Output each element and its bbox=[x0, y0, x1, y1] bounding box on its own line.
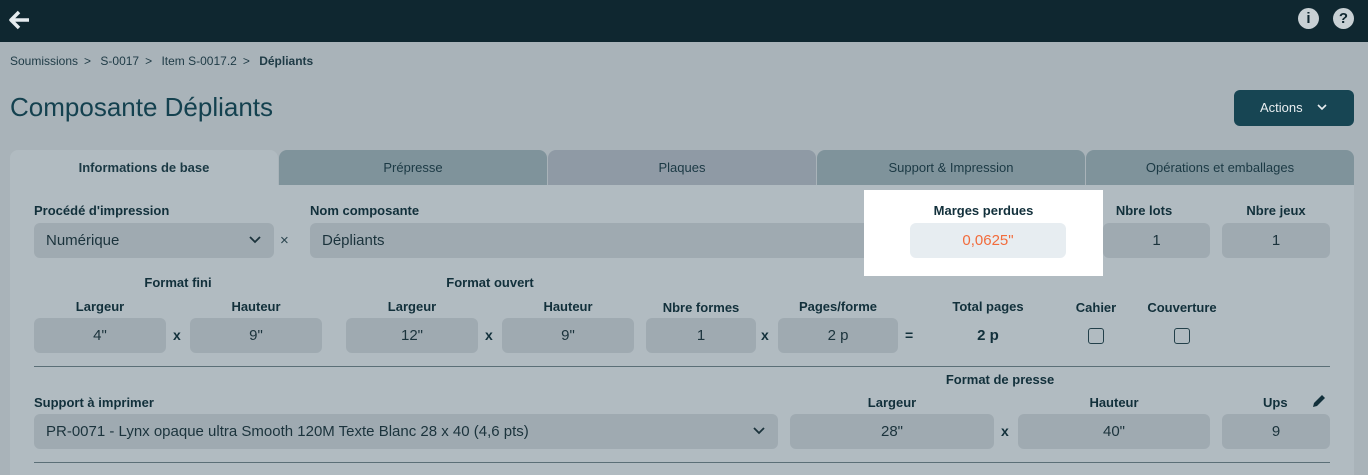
cahier-label: Cahier bbox=[1075, 300, 1117, 315]
pages-forme-input[interactable]: 2 p bbox=[778, 318, 898, 353]
page-title: Composante Dépliants bbox=[10, 92, 274, 122]
procede-value: Numérique bbox=[46, 232, 120, 249]
breadcrumb: Soumissions > S-0017 > Item S-0017.2 > Dépl… bbox=[10, 54, 317, 68]
fini-largeur-input[interactable]: 4" bbox=[34, 318, 166, 353]
multiply-sign: x bbox=[761, 327, 769, 343]
couverture-label: Couverture bbox=[1147, 300, 1217, 315]
procede-label: Procédé d'impression bbox=[34, 203, 170, 218]
format-presse-label: Format de presse bbox=[945, 372, 1055, 387]
actions-button[interactable]: Actions bbox=[1234, 90, 1354, 126]
help-icon[interactable]: ? bbox=[1333, 8, 1354, 29]
nbre-lots-label: Nbre lots bbox=[1115, 203, 1173, 218]
support-select[interactable]: PR-0071 - Lynx opaque ultra Smooth 120M … bbox=[34, 414, 778, 449]
nbre-jeux-input[interactable]: 1 bbox=[1222, 223, 1330, 258]
multiply-sign: x bbox=[1001, 423, 1009, 439]
ouvert-hauteur-input[interactable]: 9" bbox=[502, 318, 634, 353]
info-icon[interactable]: i bbox=[1298, 8, 1319, 29]
multiply-sign: x bbox=[485, 327, 493, 343]
chevron-down-icon bbox=[753, 427, 765, 435]
breadcrumb-item[interactable]: Soumissions bbox=[10, 54, 78, 68]
procede-select[interactable]: Numérique bbox=[34, 223, 274, 258]
fini-hauteur-label: Hauteur bbox=[231, 299, 281, 314]
nom-composante-value: Dépliants bbox=[322, 232, 385, 249]
nbre-jeux-label: Nbre jeux bbox=[1246, 203, 1306, 218]
ouvert-largeur-input[interactable]: 12" bbox=[346, 318, 478, 353]
divider bbox=[34, 462, 1330, 463]
breadcrumb-item[interactable]: Item S-0017.2 bbox=[161, 54, 236, 68]
breadcrumb-item[interactable]: S-0017 bbox=[100, 54, 139, 68]
presse-hauteur-input[interactable]: 40" bbox=[1018, 414, 1210, 449]
nbre-formes-label: Nbre formes bbox=[662, 300, 740, 315]
chevron-down-icon bbox=[249, 236, 261, 244]
breadcrumb-current: Dépliants bbox=[259, 54, 314, 68]
ups-label: Ups bbox=[1263, 395, 1288, 410]
multiply-sign: x bbox=[173, 327, 181, 343]
tab-operations-emballages[interactable]: Opérations et emballages bbox=[1086, 150, 1354, 185]
nbre-lots-input[interactable]: 1 bbox=[1103, 223, 1210, 258]
actions-label: Actions bbox=[1260, 100, 1303, 115]
presse-hauteur-label: Hauteur bbox=[1089, 395, 1139, 410]
ouvert-hauteur-label: Hauteur bbox=[543, 299, 593, 314]
couverture-checkbox[interactable] bbox=[1174, 328, 1190, 344]
nbre-formes-input[interactable]: 1 bbox=[646, 318, 756, 353]
presse-largeur-label: Largeur bbox=[867, 395, 917, 410]
format-fini-label: Format fini bbox=[144, 275, 212, 290]
total-pages-label: Total pages bbox=[952, 299, 1024, 314]
top-bar: i ? bbox=[0, 0, 1368, 42]
support-value: PR-0071 - Lynx opaque ultra Smooth 120M … bbox=[46, 423, 529, 440]
presse-largeur-input[interactable]: 28" bbox=[790, 414, 994, 449]
nom-composante-label: Nom composante bbox=[310, 203, 420, 218]
tab-plaques[interactable]: Plaques bbox=[548, 150, 816, 185]
marges-perdues-label: Marges perdues bbox=[933, 203, 1034, 218]
breadcrumb-separator: > bbox=[145, 54, 153, 68]
ouvert-largeur-label: Largeur bbox=[387, 299, 437, 314]
fini-largeur-label: Largeur bbox=[75, 299, 125, 314]
fini-hauteur-input[interactable]: 9" bbox=[190, 318, 322, 353]
chevron-down-icon bbox=[1317, 104, 1327, 111]
cahier-checkbox[interactable] bbox=[1088, 328, 1104, 344]
arrow-left-icon[interactable] bbox=[9, 9, 31, 31]
pages-forme-label: Pages/forme bbox=[798, 299, 878, 314]
tab-prepresse[interactable]: Prépresse bbox=[279, 150, 547, 185]
pencil-icon[interactable] bbox=[1311, 393, 1327, 409]
ups-input[interactable]: 9 bbox=[1222, 414, 1330, 449]
tab-support-impression[interactable]: Support & Impression bbox=[817, 150, 1085, 185]
clear-icon[interactable]: × bbox=[280, 232, 289, 249]
total-pages-value: 2 p bbox=[977, 327, 999, 344]
tab-informations-de-base[interactable]: Informations de base bbox=[10, 150, 278, 185]
divider bbox=[34, 366, 1330, 367]
support-label: Support à imprimer bbox=[34, 395, 154, 410]
nom-composante-input[interactable]: Dépliants bbox=[310, 223, 874, 258]
breadcrumb-separator: > bbox=[84, 54, 92, 68]
marges-perdues-input[interactable]: 0,0625" bbox=[910, 223, 1066, 258]
equals-sign: = bbox=[905, 327, 914, 343]
format-ouvert-label: Format ouvert bbox=[446, 275, 534, 290]
breadcrumb-separator: > bbox=[242, 54, 250, 68]
